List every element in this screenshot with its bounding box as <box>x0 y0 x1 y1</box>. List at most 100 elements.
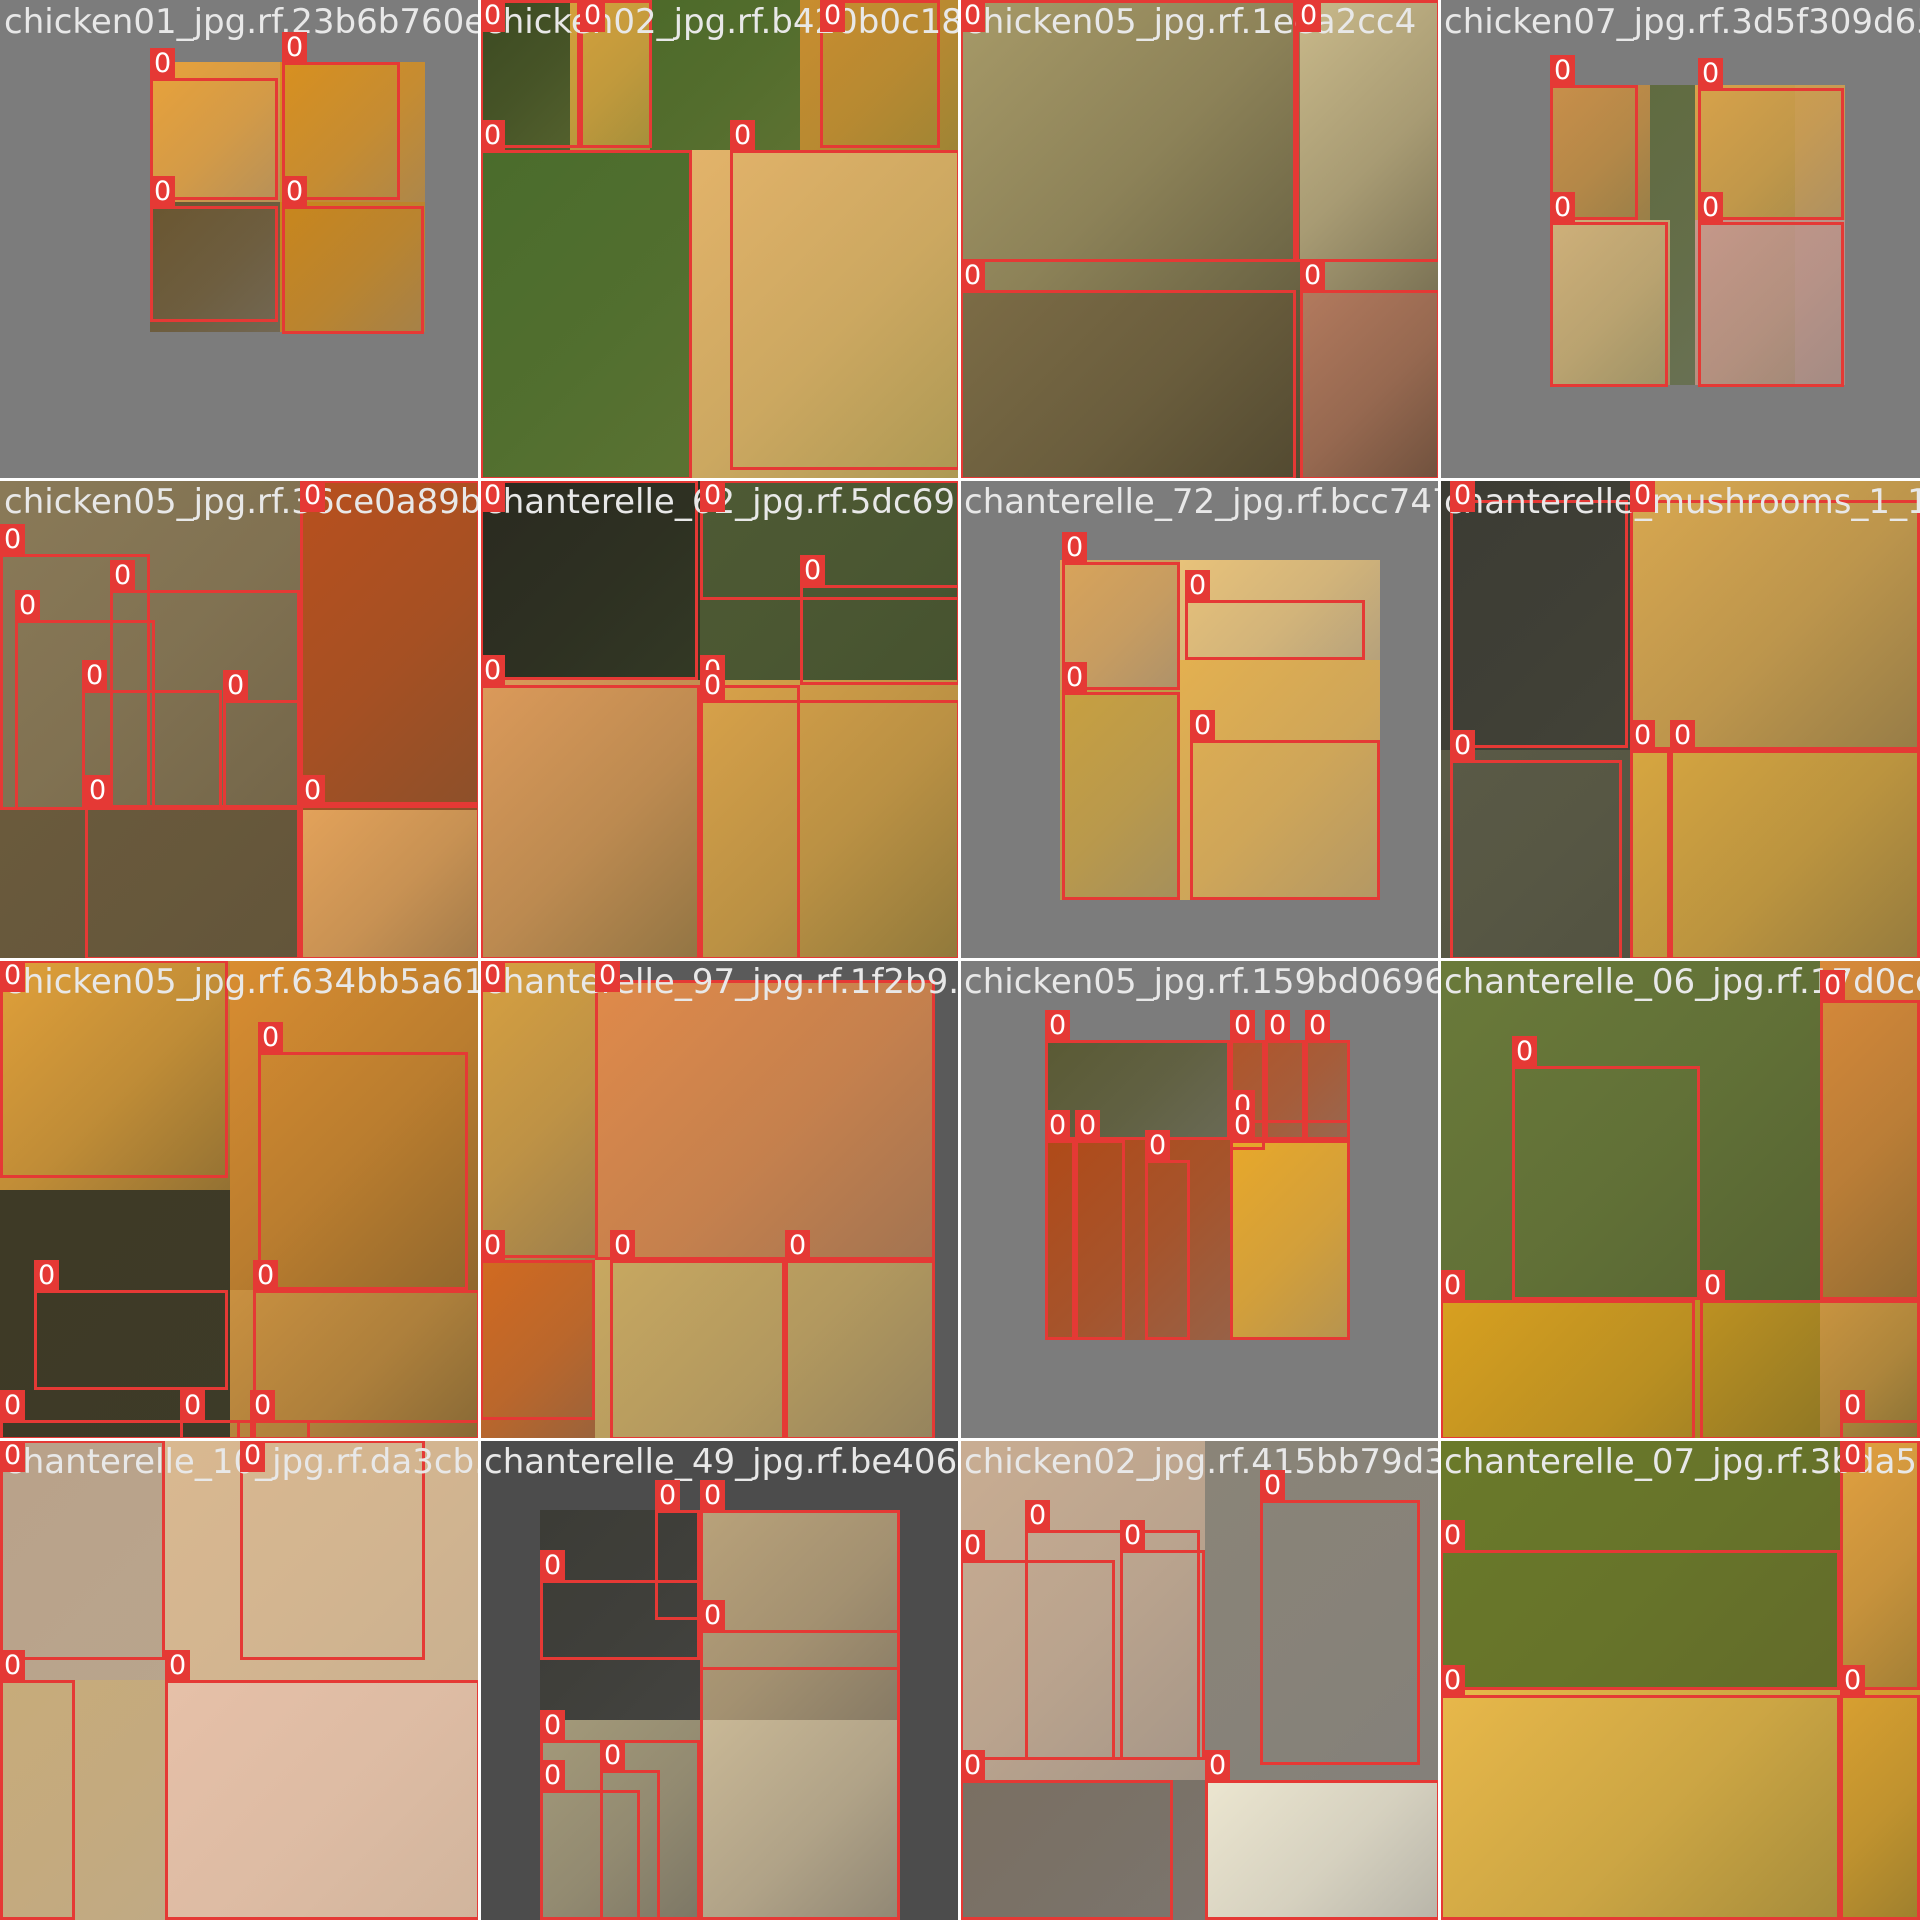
class-label: 0 <box>1550 55 1576 87</box>
class-label: 0 <box>960 1750 986 1782</box>
bounding-box <box>223 700 303 810</box>
class-label: 0 <box>1045 1010 1071 1042</box>
class-label: 0 <box>240 1440 266 1472</box>
bounding-box <box>610 1260 785 1440</box>
tile-filename: chicken05_jpg.rf.1eea2cc4 <box>964 2 1417 42</box>
bounding-box <box>1630 750 1670 960</box>
class-label: 0 <box>1450 730 1476 762</box>
class-label: 0 <box>0 1650 26 1682</box>
image-tile: 0 0 0 0 chicken07_jpg.rf.3d5f309d65 <box>1440 0 1920 480</box>
tile-filename: chicken05_jpg.rf.159bd0696... <box>964 962 1440 1002</box>
bounding-box <box>730 150 960 470</box>
bounding-box <box>1260 1500 1420 1765</box>
bounding-box <box>250 1420 310 1440</box>
class-label: 0 <box>282 32 308 64</box>
bounding-box <box>258 1052 468 1290</box>
class-label: 0 <box>300 775 326 807</box>
class-label: 0 <box>1550 192 1576 224</box>
image-tile: 00000chicken02_jpg.rf.b420b0c184... <box>480 0 960 480</box>
bounding-box <box>1440 1300 1695 1440</box>
class-label: 0 <box>1840 1440 1866 1472</box>
class-label: 0 <box>1260 1470 1286 1502</box>
class-label: 0 <box>1440 1665 1466 1697</box>
detection-mosaic: 0 0 0 0 chicken01_jpg.rf.23b6b760e 0 0 0 0 0 chick… <box>0 0 1920 1920</box>
class-label: 0 <box>960 0 986 32</box>
tile-separator <box>1438 0 1441 1920</box>
image-tile: 0 0 0 0 chicken01_jpg.rf.23b6b760e <box>0 0 480 480</box>
class-label: 0 <box>1300 260 1326 292</box>
class-label: 0 <box>1062 662 1088 694</box>
class-label: 0 <box>1440 1270 1466 1302</box>
bounding-box <box>540 1790 640 1920</box>
class-label: 0 <box>1296 0 1322 32</box>
bounding-box <box>1120 1550 1205 1760</box>
class-label: 0 <box>480 1230 506 1262</box>
class-label: 0 <box>1075 1110 1101 1142</box>
tile-filename: chanterelle_06_jpg.rf.17d0cc <box>1444 962 1920 1002</box>
class-label: 0 <box>258 1022 284 1054</box>
class-label: 0 <box>1512 1036 1538 1068</box>
bounding-box <box>1450 760 1622 960</box>
bounding-box <box>0 1420 480 1440</box>
class-label: 0 <box>1698 192 1724 224</box>
image-tile: 0 0 0 0 0 0 0 chicken05_jpg.rf.634bb5a61 <box>0 960 480 1440</box>
class-label: 0 <box>610 1230 636 1262</box>
bounding-box <box>1190 740 1380 900</box>
bounding-box <box>700 700 960 960</box>
bounding-box <box>253 1290 480 1440</box>
bounding-box <box>1230 1140 1350 1340</box>
class-label: 0 <box>15 590 41 622</box>
class-label: 0 <box>1120 1520 1146 1552</box>
bounding-box <box>480 685 700 960</box>
class-label: 0 <box>700 480 726 512</box>
bounding-box <box>785 1260 935 1440</box>
class-label: 0 <box>150 176 176 208</box>
class-label: 0 <box>820 0 846 32</box>
class-label: 0 <box>540 1710 566 1742</box>
class-label: 0 <box>480 120 506 152</box>
class-label: 0 <box>1450 480 1476 512</box>
tile-filename: chanterelle_97_jpg.rf.1f2b9... <box>484 962 960 1002</box>
tile-filename: chicken02_jpg.rf.b420b0c184... <box>484 2 960 42</box>
class-label: 0 <box>1305 1010 1331 1042</box>
bounding-box <box>1840 1420 1920 1440</box>
tile-separator <box>0 958 1920 961</box>
bounding-box <box>0 1680 75 1920</box>
class-label: 0 <box>1820 970 1846 1002</box>
image-tile: 0 0 0 0 0 chanterelle_97_jpg.rf.1f2b9... <box>480 960 960 1440</box>
tile-filename: chicken02_jpg.rf.415bb79d3... <box>964 1442 1440 1482</box>
bounding-box <box>282 206 424 334</box>
bounding-box <box>480 150 692 480</box>
tile-separator <box>0 1438 1920 1441</box>
class-label: 0 <box>700 1480 726 1512</box>
bounding-box <box>180 1420 240 1440</box>
image-tile: 0 0 0 0 0 chanterelle_06_jpg.rf.17d0cc <box>1440 960 1920 1440</box>
class-label: 0 <box>655 1480 681 1512</box>
class-label: 0 <box>1062 532 1088 564</box>
class-label: 0 <box>1440 1520 1466 1552</box>
tile-filename: chanterelle_49_jpg.rf.be406... <box>484 1442 960 1482</box>
class-label: 0 <box>1698 58 1724 90</box>
bounding-box <box>1512 1066 1700 1300</box>
image-tile: 000000chanterelle_62_jpg.rf.5dc69... <box>480 480 960 960</box>
class-label: 0 <box>730 120 756 152</box>
class-label: 0 <box>1025 1500 1051 1532</box>
class-label: 0 <box>1205 1750 1231 1782</box>
bounding-box <box>960 290 1296 480</box>
tile-filename: chicken05_jpg.rf.634bb5a61 <box>4 962 480 1002</box>
class-label: 0 <box>1630 720 1656 752</box>
class-label: 0 <box>480 0 506 32</box>
class-label: 0 <box>1045 1110 1071 1142</box>
class-label: 0 <box>1190 710 1216 742</box>
bounding-box <box>1440 1695 1840 1920</box>
image-tile: 0 0 0 0 chanterelle_07_jpg.rf.3bda5 <box>1440 1440 1920 1920</box>
class-label: 0 <box>165 1650 191 1682</box>
class-label: 0 <box>540 1760 566 1792</box>
class-label: 0 <box>85 775 111 807</box>
class-label: 0 <box>480 960 506 992</box>
class-label: 0 <box>0 1440 26 1472</box>
bounding-box <box>1670 750 1920 960</box>
tile-filename: chicken01_jpg.rf.23b6b760e <box>4 2 480 42</box>
bounding-box <box>1700 1300 1920 1440</box>
tile-filename: chicken05_jpg.rf.36ce0a89b... <box>4 482 480 522</box>
